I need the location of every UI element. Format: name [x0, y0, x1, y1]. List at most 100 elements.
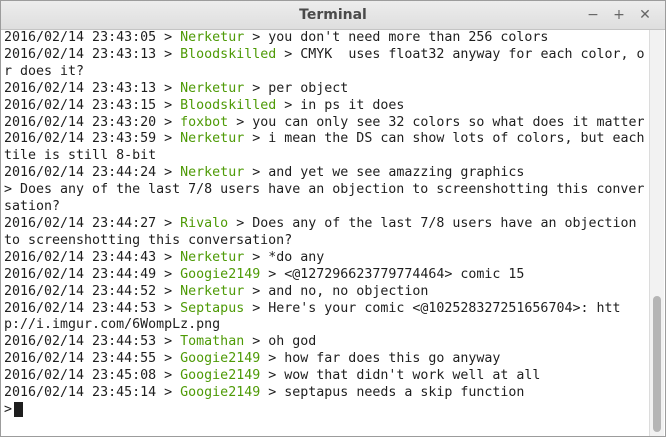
separator: >: [164, 215, 173, 231]
log-line: 2016/02/14 23:44:53 > Septapus > Here's …: [4, 301, 650, 335]
title-bar[interactable]: Terminal − + ✕: [1, 1, 665, 30]
message-text: in ps it does: [300, 97, 405, 113]
separator: >: [284, 46, 293, 62]
timestamp: 2016/02/14 23:44:53: [4, 334, 157, 350]
input-prompt[interactable]: >: [4, 401, 650, 419]
log-line: > Does any of the last 7/8 users have an…: [4, 182, 650, 216]
maximize-icon[interactable]: +: [609, 5, 629, 25]
message-text: how far does this go anyway: [284, 351, 501, 367]
separator: >: [268, 266, 277, 282]
scrollbar-thumb[interactable]: [653, 296, 661, 432]
nickname: Tomathan: [180, 334, 245, 350]
separator: >: [252, 249, 261, 265]
nickname: Septapus: [180, 300, 245, 316]
timestamp: 2016/02/14 23:45:08: [4, 368, 157, 384]
separator: >: [164, 80, 173, 96]
timestamp: 2016/02/14 23:44:55: [4, 351, 157, 367]
message-text: per object: [268, 80, 349, 96]
message-text: oh god: [268, 334, 317, 350]
timestamp: 2016/02/14 23:44:43: [4, 249, 157, 265]
separator: >: [164, 46, 173, 62]
separator: >: [164, 266, 173, 282]
nickname: Rivalo: [180, 215, 229, 231]
nickname: Googie2149: [180, 368, 261, 384]
timestamp: 2016/02/14 23:44:27: [4, 215, 157, 231]
separator: >: [164, 368, 173, 384]
nickname: Nerketur: [180, 80, 245, 96]
separator: >: [164, 334, 173, 350]
log-line: 2016/02/14 23:44:53 > Tomathan > oh god: [4, 334, 650, 351]
message-text: <@127296623779774464> comic 15: [284, 266, 525, 282]
window-title: Terminal: [299, 7, 367, 23]
log-line: 2016/02/14 23:43:13 > Nerketur > per obj…: [4, 81, 650, 98]
message-text: *do any: [268, 249, 325, 265]
log-line: 2016/02/14 23:43:20 > foxbot > you can o…: [4, 115, 650, 132]
nickname: Googie2149: [180, 385, 261, 401]
message-text: septapus needs a skip function: [284, 385, 525, 401]
separator: >: [252, 30, 261, 45]
log-line: 2016/02/14 23:44:27 > Rivalo > Does any …: [4, 216, 650, 250]
message-text: you don't need more than 256 colors: [268, 30, 549, 45]
separator: >: [164, 114, 173, 130]
timestamp: 2016/02/14 23:45:14: [4, 385, 157, 401]
log-line: 2016/02/14 23:43:05 > Nerketur > you don…: [4, 30, 650, 47]
timestamp: 2016/02/14 23:44:53: [4, 300, 157, 316]
terminal-window: Terminal − + ✕ 2016/02/14 23:43:05 > Ner…: [0, 0, 666, 437]
scrollbar[interactable]: [649, 30, 664, 436]
nickname: Googie2149: [180, 266, 261, 282]
separator: >: [252, 131, 261, 147]
timestamp: 2016/02/14 23:43:15: [4, 97, 157, 113]
text-cursor: [14, 401, 24, 417]
separator: >: [284, 97, 293, 113]
log-line: 2016/02/14 23:44:24 > Nerketur > and yet…: [4, 165, 650, 182]
nickname: Nerketur: [180, 165, 245, 181]
timestamp: 2016/02/14 23:43:59: [4, 131, 157, 147]
separator: >: [252, 300, 261, 316]
timestamp: 2016/02/14 23:43:20: [4, 114, 157, 130]
log-line: 2016/02/14 23:44:49 > Googie2149 > <@127…: [4, 267, 650, 284]
separator: >: [164, 283, 173, 299]
nickname: foxbot: [180, 114, 229, 130]
separator: >: [252, 165, 261, 181]
timestamp: 2016/02/14 23:43:13: [4, 46, 157, 62]
separator: >: [164, 351, 173, 367]
timestamp: 2016/02/14 23:44:52: [4, 283, 157, 299]
nickname: Nerketur: [180, 131, 245, 147]
timestamp: 2016/02/14 23:44:49: [4, 266, 157, 282]
log-line: 2016/02/14 23:43:13 > Bloodskilled > CMY…: [4, 47, 650, 81]
window-controls: − + ✕: [583, 5, 655, 25]
message-text: and no, no objection: [268, 283, 429, 299]
terminal-output[interactable]: 2016/02/14 23:43:05 > Nerketur > you don…: [2, 30, 650, 436]
minimize-icon[interactable]: −: [583, 5, 603, 25]
prompt-symbol: >: [4, 401, 13, 417]
separator: >: [164, 249, 173, 265]
timestamp: 2016/02/14 23:43:13: [4, 80, 157, 96]
separator: >: [252, 283, 261, 299]
separator: >: [236, 114, 245, 130]
separator: >: [164, 385, 173, 401]
message-text: wow that didn't work well at all: [284, 368, 541, 384]
close-icon[interactable]: ✕: [635, 5, 655, 25]
raw-text: > Does any of the last 7/8 users have an…: [4, 182, 645, 215]
log-line: 2016/02/14 23:44:55 > Googie2149 > how f…: [4, 351, 650, 368]
log-line: 2016/02/14 23:43:59 > Nerketur > i mean …: [4, 131, 650, 165]
separator: >: [164, 131, 173, 147]
separator: >: [164, 300, 173, 316]
separator: >: [164, 97, 173, 113]
timestamp: 2016/02/14 23:43:05: [4, 30, 157, 45]
nickname: Bloodskilled: [180, 97, 277, 113]
log-line: 2016/02/14 23:45:14 > Googie2149 > septa…: [4, 385, 650, 402]
separator: >: [252, 334, 261, 350]
separator: >: [236, 215, 245, 231]
separator: >: [252, 80, 261, 96]
separator: >: [268, 385, 277, 401]
separator: >: [164, 30, 173, 45]
nickname: Nerketur: [180, 249, 245, 265]
log-line: 2016/02/14 23:43:15 > Bloodskilled > in …: [4, 98, 650, 115]
log-line: 2016/02/14 23:45:08 > Googie2149 > wow t…: [4, 368, 650, 385]
separator: >: [268, 351, 277, 367]
timestamp: 2016/02/14 23:44:24: [4, 165, 157, 181]
log-line: 2016/02/14 23:44:52 > Nerketur > and no,…: [4, 284, 650, 301]
nickname: Googie2149: [180, 351, 261, 367]
message-text: and yet we see amazzing graphics: [268, 165, 525, 181]
